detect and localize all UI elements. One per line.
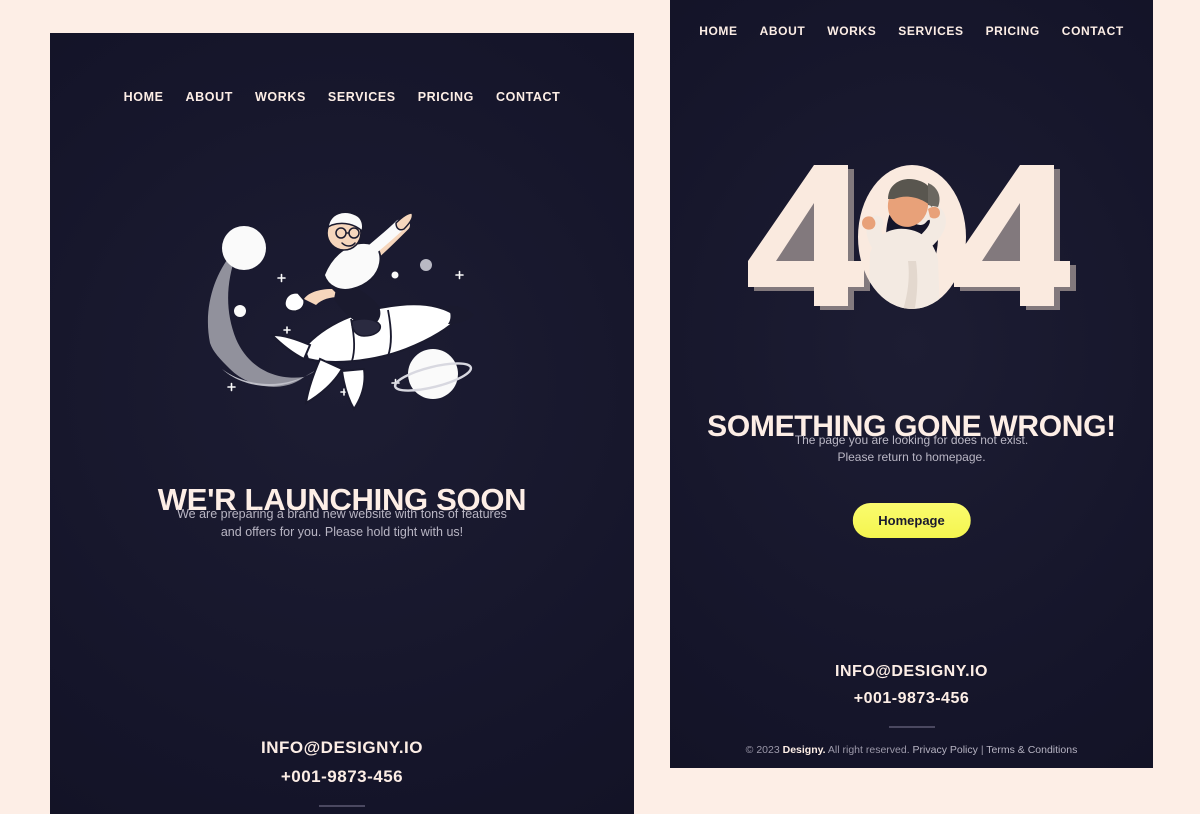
- footer-divider: [319, 805, 365, 807]
- nav-item-works[interactable]: WORKS: [244, 90, 317, 104]
- nav-item-services[interactable]: SERVICES: [317, 90, 407, 104]
- footer-phone[interactable]: +001-9873-456: [50, 767, 634, 787]
- footer-left: INFO@DESIGNY.IO +001-9873-456 © 2023 Des…: [50, 738, 634, 814]
- nav-item-home[interactable]: HOME: [688, 24, 748, 38]
- nav-item-contact[interactable]: CONTACT: [485, 90, 571, 104]
- error-description-line2: Please return to homepage.: [837, 450, 986, 465]
- brand-name: Designy.: [782, 744, 826, 756]
- rocket-illustration: [50, 193, 634, 428]
- main-navigation-left: HOME ABOUT WORKS SERVICES PRICING CONTAC…: [50, 90, 634, 104]
- nav-item-services[interactable]: SERVICES: [887, 24, 974, 38]
- footer-copyright: © 2023 Designy. All right reserved. Priv…: [670, 744, 1153, 756]
- error-404-panel: HOME ABOUT WORKS SERVICES PRICING CONTAC…: [670, 0, 1153, 768]
- privacy-policy-link[interactable]: Privacy Policy: [913, 744, 978, 756]
- homepage-button[interactable]: Homepage: [852, 503, 971, 538]
- main-navigation-right: HOME ABOUT WORKS SERVICES PRICING CONTAC…: [670, 24, 1153, 38]
- error-description-line1: The page you are looking for does not ex…: [794, 433, 1029, 447]
- nav-item-pricing[interactable]: PRICING: [407, 90, 485, 104]
- nav-item-contact[interactable]: CONTACT: [1051, 24, 1135, 38]
- coming-soon-description-line2: and offers for you. Please hold tight wi…: [220, 525, 464, 540]
- footer-divider: [888, 726, 935, 728]
- coming-soon-description-line1: We are preparing a brand new website wit…: [177, 507, 507, 521]
- nav-item-works[interactable]: WORKS: [816, 24, 887, 38]
- nav-item-about[interactable]: ABOUT: [175, 90, 244, 104]
- error-code-graphic: [670, 165, 1153, 310]
- footer-right: INFO@DESIGNY.IO +001-9873-456 © 2023 Des…: [670, 663, 1153, 756]
- footer-email[interactable]: INFO@DESIGNY.IO: [50, 738, 634, 758]
- error-description: The page you are looking for does not ex…: [670, 432, 1153, 467]
- terms-conditions-link[interactable]: Terms & Conditions: [986, 744, 1077, 756]
- copyright-prefix: © 2023: [745, 744, 783, 756]
- nav-item-about[interactable]: ABOUT: [749, 24, 817, 38]
- footer-phone[interactable]: +001-9873-456: [670, 690, 1153, 708]
- footer-email[interactable]: INFO@DESIGNY.IO: [670, 663, 1153, 681]
- nav-item-pricing[interactable]: PRICING: [975, 24, 1051, 38]
- coming-soon-panel: HOME ABOUT WORKS SERVICES PRICING CONTAC…: [50, 33, 634, 814]
- nav-item-home[interactable]: HOME: [113, 90, 175, 104]
- coming-soon-description: We are preparing a brand new website wit…: [50, 505, 634, 541]
- copyright-rest: All right reserved.: [825, 744, 913, 756]
